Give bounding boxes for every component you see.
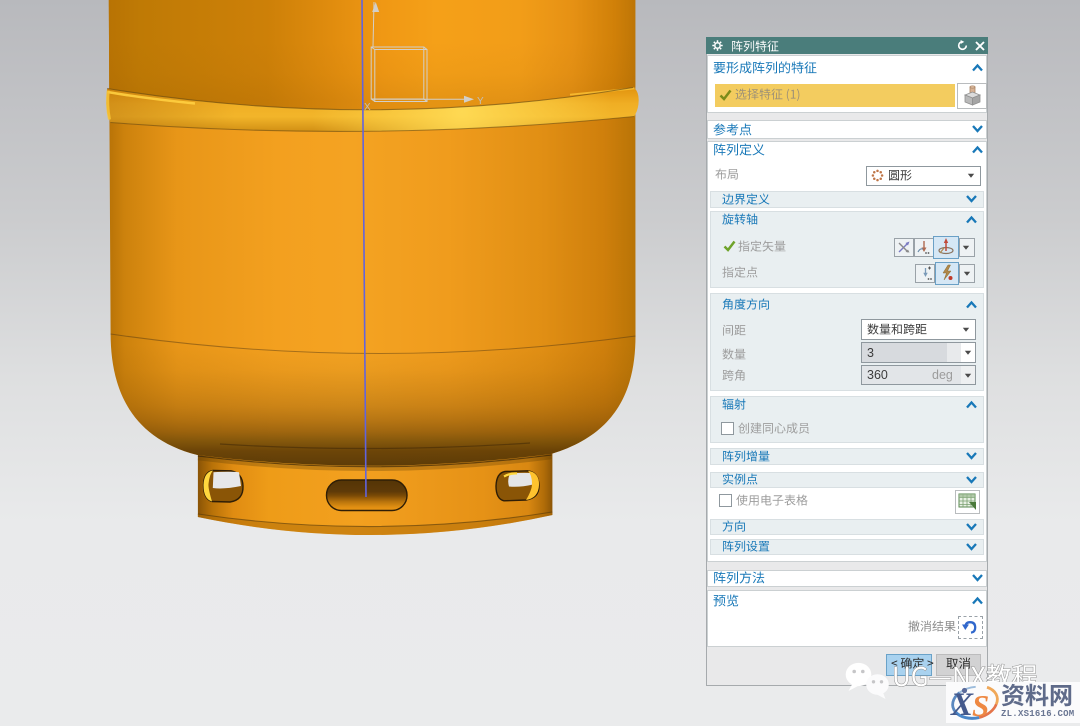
svg-text:X: X xyxy=(364,102,371,113)
svg-text:Y: Y xyxy=(477,96,484,107)
svg-text:S: S xyxy=(972,688,989,723)
svg-text:X: X xyxy=(950,687,974,723)
